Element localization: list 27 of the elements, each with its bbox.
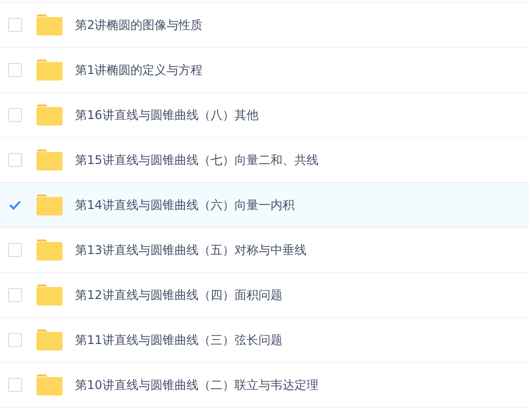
checkbox[interactable]	[8, 288, 22, 302]
folder-name[interactable]: 第1讲椭圆的定义与方程	[75, 62, 203, 78]
checkbox[interactable]	[8, 198, 22, 212]
folder-name[interactable]: 第2讲椭圆的图像与性质	[75, 16, 203, 34]
folder-name[interactable]: 第14讲直线与圆锥曲线（六）向量一内积	[75, 196, 294, 214]
folder-name[interactable]: 第15讲直线与圆锥曲线（七）向量二和、共线	[75, 152, 318, 168]
checkbox[interactable]	[8, 153, 22, 167]
checkbox[interactable]	[8, 243, 22, 257]
checkbox[interactable]	[8, 333, 22, 347]
folder-name[interactable]: 第12讲直线与圆锥曲线（四）面积问题	[75, 286, 282, 304]
folder-name[interactable]: 第11讲直线与圆锥曲线（三）弦长问题	[75, 332, 282, 348]
folder-icon	[36, 329, 63, 351]
checkbox[interactable]	[8, 378, 22, 392]
folder-name[interactable]: 第13讲直线与圆锥曲线（五）对称与中垂线	[75, 242, 306, 258]
folder-icon	[36, 59, 63, 81]
folder-icon	[36, 194, 63, 216]
folder-icon	[36, 284, 63, 306]
folder-name[interactable]: 第16讲直线与圆锥曲线（八）其他	[75, 106, 258, 124]
folder-icon	[36, 104, 63, 126]
folder-icon	[36, 149, 63, 171]
checkbox[interactable]	[8, 18, 22, 32]
folder-name[interactable]: 第10讲直线与圆锥曲线（二）联立与韦达定理	[75, 376, 318, 394]
checkbox[interactable]	[8, 108, 22, 122]
folder-icon	[36, 374, 63, 396]
checkbox[interactable]	[8, 63, 22, 77]
folder-icon	[36, 14, 63, 36]
folder-icon	[36, 239, 63, 261]
